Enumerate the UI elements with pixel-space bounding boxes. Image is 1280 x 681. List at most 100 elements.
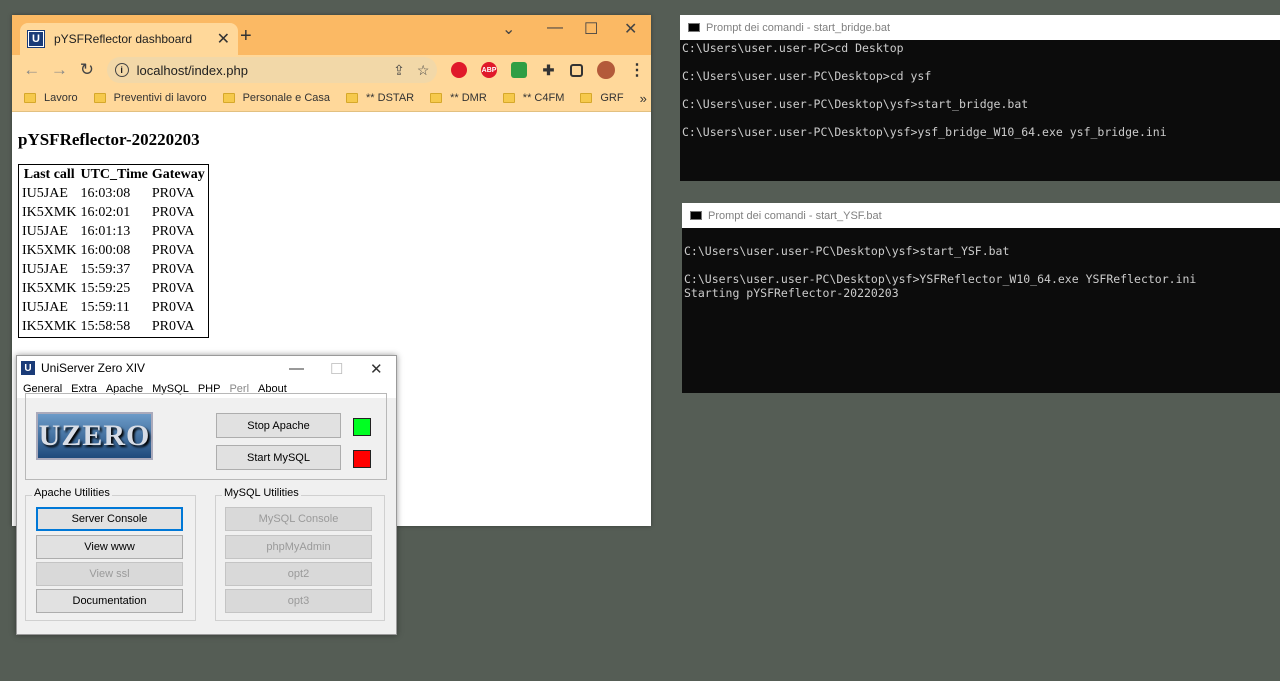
table-cell: IU5JAE: [22, 185, 68, 201]
table-row: IK5XMK 15:58:58 PR0VA: [21, 318, 206, 335]
bookmark-label: GRF: [600, 92, 624, 104]
table-cell: 15:58:58: [80, 318, 131, 334]
info-icon[interactable]: i: [114, 63, 129, 77]
table-cell: PR0VA: [151, 261, 195, 277]
bookmark-label: Lavoro: [44, 92, 78, 104]
group-label: MySQL Utilities: [222, 487, 301, 499]
window-title: UniServer Zero XIV: [41, 361, 146, 375]
apache-status-indicator: [353, 418, 371, 436]
console-line: C:\Users\user.user-PC\Desktop>cd ysf: [682, 69, 932, 83]
table-cell: 16:00:08: [80, 242, 131, 258]
table-cell: PR0VA: [151, 280, 195, 296]
console-line: C:\Users\user.user-PC\Desktop\ysf>start_…: [682, 97, 1029, 111]
table-cell: IK5XMK: [22, 318, 77, 334]
server-console-button[interactable]: Server Console: [36, 507, 183, 531]
table-cell: IU5JAE: [22, 299, 68, 315]
table-cell: PR0VA: [151, 299, 195, 315]
column-header: Gateway: [151, 167, 205, 182]
maximize-icon[interactable]: ☐: [584, 19, 598, 39]
console-line: C:\Users\user.user-PC>cd Desktop: [682, 41, 904, 55]
console-titlebar: Prompt dei comandi - start_bridge.bat: [680, 15, 1280, 40]
tab-strip: U pYSFReflector dashboard ✕ + ⌄ — ☐ ✕: [12, 15, 651, 55]
group-label: Apache Utilities: [32, 487, 112, 499]
column-header: Last call: [23, 167, 75, 182]
console-ysf-window[interactable]: Prompt dei comandi - start_YSF.bat C:\Us…: [682, 203, 1280, 393]
console-title: Prompt dei comandi - start_bridge.bat: [706, 21, 891, 34]
table-row: IU5JAE 16:03:08 PR0VA: [21, 185, 206, 202]
apache-utilities-group: Apache Utilities Server Console View www…: [25, 487, 196, 621]
table-cell: PR0VA: [151, 223, 195, 239]
bookmarks-more-icon[interactable]: »: [640, 91, 647, 106]
table-cell: PR0VA: [151, 185, 195, 201]
bookmark-label: Preventivi di lavoro: [113, 92, 207, 104]
profile-avatar[interactable]: [597, 61, 615, 79]
console-titlebar: Prompt dei comandi - start_YSF.bat: [682, 203, 1280, 228]
folder-icon: [222, 93, 235, 103]
toolbar: ← → ↻ i localhost/index.php ⇪ ☆ ABP ✚ ⋮: [12, 55, 651, 85]
console-line: C:\Users\user.user-PC\Desktop\ysf>start_…: [684, 244, 1010, 258]
bookmark-folder[interactable]: ** DMR: [430, 92, 487, 104]
minimize-icon[interactable]: —: [289, 360, 304, 377]
folder-icon: [502, 93, 515, 103]
mysql-console-button: MySQL Console: [225, 507, 372, 531]
tab-dashboard[interactable]: U pYSFReflector dashboard ✕: [20, 23, 238, 55]
calls-table: Last call UTC_Time Gateway IU5JAE 16:03:0…: [18, 164, 209, 338]
table-cell: 16:01:13: [80, 223, 131, 239]
table-row: IU5JAE 15:59:37 PR0VA: [21, 261, 206, 278]
extensions-puzzle-icon[interactable]: ✚: [541, 62, 557, 78]
opera-extension-icon[interactable]: [451, 62, 468, 78]
browser-menu-icon[interactable]: ⋮: [629, 62, 645, 79]
star-icon[interactable]: ☆: [417, 62, 430, 79]
back-icon[interactable]: ←: [18, 60, 46, 80]
new-tab-icon[interactable]: +: [240, 25, 252, 48]
chevron-down-icon[interactable]: ⌄: [502, 19, 515, 39]
view-www-button[interactable]: View www: [36, 535, 183, 559]
bookmark-folder[interactable]: Personale e Casa: [222, 92, 330, 104]
documentation-button[interactable]: Documentation: [36, 589, 183, 613]
table-cell: IK5XMK: [22, 204, 77, 220]
url-text[interactable]: localhost/index.php: [137, 63, 382, 78]
table-row: IU5JAE 16:01:13 PR0VA: [21, 223, 206, 240]
side-panel-icon[interactable]: [570, 63, 584, 77]
bookmark-folder[interactable]: ** C4FM: [502, 92, 564, 104]
uniserver-favicon-icon: U: [27, 30, 45, 48]
sheet-extension-icon[interactable]: [510, 62, 527, 78]
table-cell: PR0VA: [151, 242, 195, 258]
stop-apache-button[interactable]: Stop Apache: [216, 413, 341, 438]
uniserver-logo: UZERO: [36, 412, 153, 460]
folder-icon: [24, 93, 36, 103]
console-line: C:\Users\user.user-PC\Desktop\ysf>YSFRef…: [684, 272, 1197, 286]
table-row: IK5XMK 16:00:08 PR0VA: [21, 242, 206, 259]
table-row: IK5XMK 15:59:25 PR0VA: [21, 280, 206, 297]
start-mysql-button[interactable]: Start MySQL: [216, 445, 341, 470]
reload-icon[interactable]: ↻: [73, 60, 101, 80]
table-cell: PR0VA: [151, 318, 195, 334]
mysql-utilities-group: MySQL Utilities MySQL Console phpMyAdmin…: [215, 487, 385, 621]
close-window-icon[interactable]: ✕: [624, 19, 637, 39]
minimize-icon[interactable]: —: [547, 19, 563, 37]
console-output: C:\Users\user.user-PC\Desktop\ysf>start_…: [682, 228, 1280, 300]
close-window-icon[interactable]: ✕: [370, 360, 383, 378]
forward-icon[interactable]: →: [46, 60, 74, 80]
console-bridge-window[interactable]: Prompt dei comandi - start_bridge.bat C:…: [680, 15, 1280, 181]
bookmark-folder[interactable]: Preventivi di lavoro: [93, 92, 207, 104]
table-cell: IU5JAE: [22, 223, 68, 239]
opt2-button: opt2: [225, 562, 372, 586]
close-tab-icon[interactable]: ✕: [217, 29, 230, 49]
cmd-icon: [690, 211, 702, 220]
table-cell: 15:59:37: [80, 261, 131, 277]
adblock-extension-icon[interactable]: ABP: [481, 62, 497, 78]
bookmark-label: ** DSTAR: [366, 92, 415, 104]
bookmark-folder[interactable]: GRF: [580, 92, 624, 104]
address-bar[interactable]: i localhost/index.php ⇪ ☆: [106, 57, 438, 83]
mysql-status-indicator: [353, 450, 371, 468]
table-cell: PR0VA: [151, 204, 195, 220]
bookmark-folder[interactable]: ** DSTAR: [346, 92, 414, 104]
bookmark-folder[interactable]: Lavoro: [24, 92, 78, 104]
share-icon[interactable]: ⇪: [393, 62, 405, 79]
table-row: IK5XMK 16:02:01 PR0VA: [21, 204, 206, 221]
